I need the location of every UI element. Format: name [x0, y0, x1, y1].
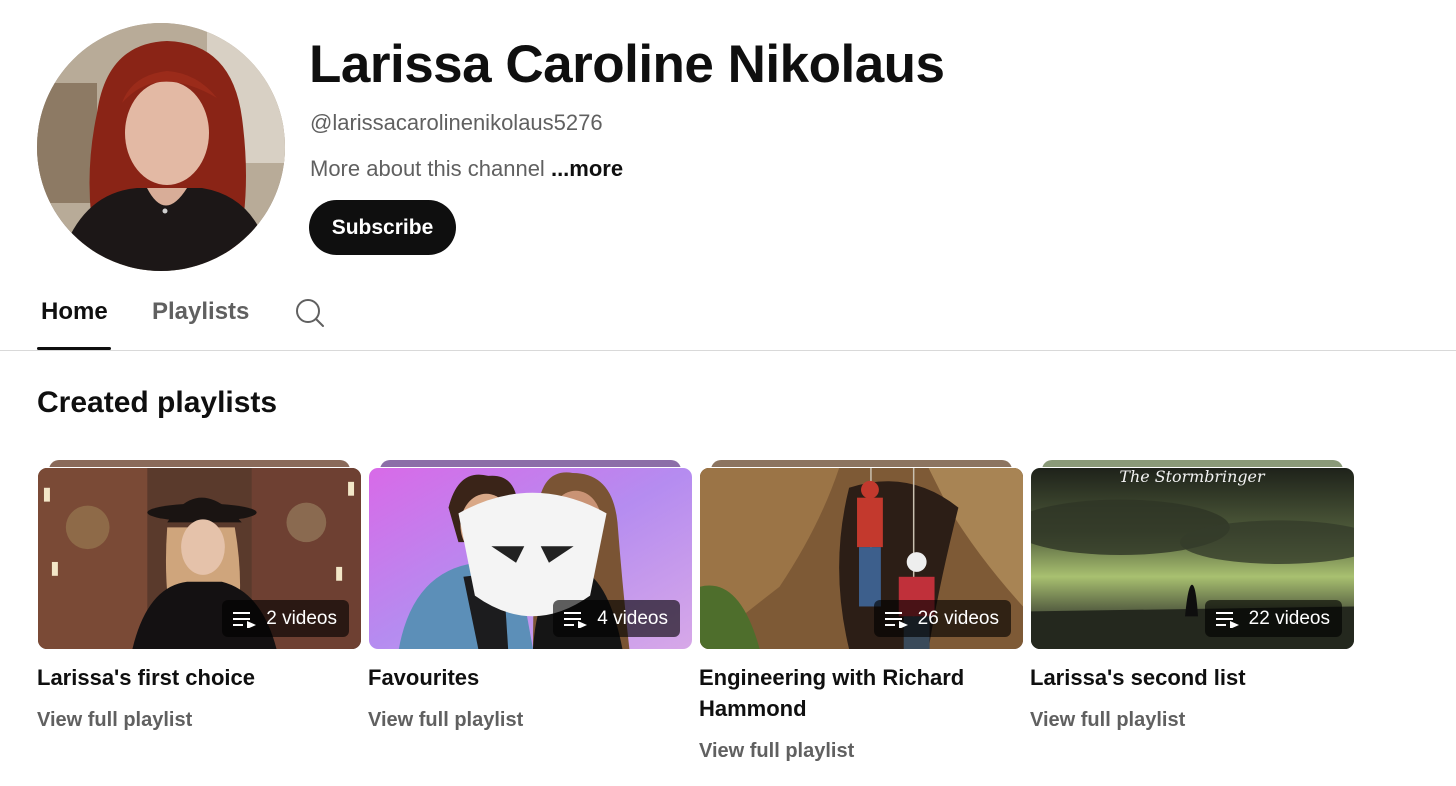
playlist-title[interactable]: Engineering with Richard Hammond [699, 662, 1024, 724]
playlist-icon [884, 611, 908, 628]
playlist-thumbnail[interactable]: 26 videos [699, 467, 1024, 650]
channel-avatar[interactable] [37, 23, 285, 271]
video-count: 2 videos [266, 607, 337, 629]
video-count-badge: 2 videos [222, 600, 349, 637]
channel-handle: @larissacarolinenikolaus5276 [310, 110, 603, 135]
channel-tabs: Home Playlists [37, 290, 324, 350]
tabs-divider [0, 350, 1456, 351]
playlist-thumbnail[interactable]: The Stormbringer 22 videos [1030, 467, 1355, 650]
video-count-badge: 26 videos [873, 600, 1011, 637]
search-icon[interactable] [295, 298, 325, 328]
view-full-playlist-link[interactable]: View full playlist [1030, 709, 1185, 732]
playlist-thumbnail[interactable]: 2 videos [37, 467, 362, 650]
video-count-badge: 22 videos [1204, 600, 1342, 637]
section-title: Created playlists [37, 386, 278, 419]
channel-about-text: More about this channel [310, 156, 545, 181]
channel-name: Larissa Caroline Nikolaus [309, 35, 945, 94]
playlist-title[interactable]: Favourites [368, 662, 693, 693]
playlist-thumbnail[interactable]: 4 videos [368, 467, 693, 650]
video-count: 4 videos [597, 607, 668, 629]
tab-playlists[interactable]: Playlists [148, 290, 253, 350]
video-count: 22 videos [1248, 607, 1330, 629]
playlist-title[interactable]: Larissa's first choice [37, 662, 362, 693]
tab-home[interactable]: Home [37, 290, 111, 350]
playlist-icon [233, 611, 257, 628]
view-full-playlist-link[interactable]: View full playlist [368, 709, 523, 732]
playlist-icon [1215, 611, 1239, 628]
channel-about[interactable]: More about this channel ...more [310, 156, 623, 182]
avatar-image [37, 23, 285, 271]
more-link[interactable]: ...more [551, 156, 623, 181]
thumbnail-caption: The Stormbringer [1119, 468, 1266, 486]
view-full-playlist-link[interactable]: View full playlist [37, 709, 192, 732]
playlist-title[interactable]: Larissa's second list [1030, 662, 1355, 693]
subscribe-button[interactable]: Subscribe [309, 200, 456, 255]
video-count-badge: 4 videos [553, 600, 680, 637]
video-count: 26 videos [917, 607, 999, 629]
playlist-icon [564, 611, 588, 628]
view-full-playlist-link[interactable]: View full playlist [699, 740, 854, 763]
channel-page: Larissa Caroline Nikolaus @larissacaroli… [0, 0, 1456, 786]
